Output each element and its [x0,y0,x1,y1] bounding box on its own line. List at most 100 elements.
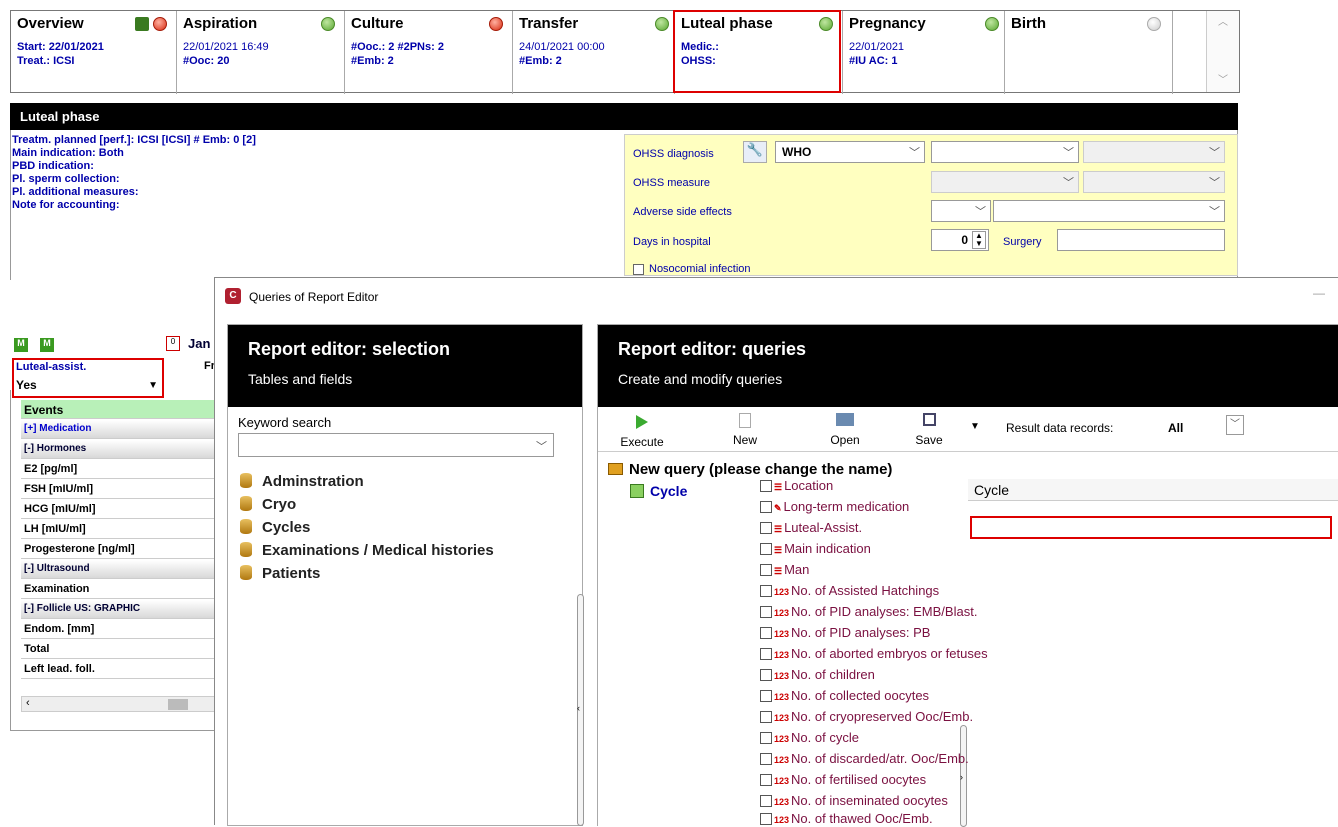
table-row[interactable]: Events [21,400,221,419]
field-item[interactable]: 123 No. of PID analyses: PB [760,625,930,640]
checkbox[interactable] [760,627,772,639]
add-medication-icon[interactable]: M [14,338,28,352]
chevron-down-icon: ﹀ [1209,147,1220,159]
table-row[interactable]: LH [mIU/ml] [21,520,221,539]
surgery-input[interactable] [1057,229,1225,251]
field-item[interactable]: 123 No. of collected oocytes [760,688,929,703]
tabbar-scrollbar[interactable]: ︿ ﹀ [1206,11,1239,92]
table-row[interactable]: Examination [21,580,221,599]
field-item[interactable]: 123 No. of PID analyses: EMB/Blast. [760,604,977,619]
table-row[interactable]: Endom. [mm] [21,620,221,639]
splitter-handle[interactable]: ‹ [577,594,584,826]
checkbox[interactable] [760,585,772,597]
dropdown-arrow-icon[interactable]: ▼ [970,421,980,432]
field-item[interactable]: ☰ Man [760,562,809,577]
days-hospital-stepper[interactable]: 0 ▲ ▼ [931,229,989,251]
days-hospital-label: Days in hospital [633,236,711,248]
medication-icon[interactable]: M [40,338,54,352]
field-item[interactable]: ☰ Main indication [760,541,871,556]
execute-button[interactable]: Execute [612,415,672,449]
scroll-thumb[interactable] [168,699,188,710]
field-item[interactable]: ✎ Long-term medication [760,499,909,514]
number-icon: 123 [774,629,790,639]
field-label: No. of aborted embryos or fetuses [791,646,988,661]
tab-aspiration[interactable]: Aspiration 22/01/2021 16:49 #Ooc: 20 [177,11,345,94]
table-row[interactable]: Left lead. foll. [21,660,221,679]
adverse-effects-select-2[interactable]: ﹀ [993,200,1225,222]
splitter-handle[interactable]: › [960,725,967,827]
nosocomial-checkbox[interactable] [633,264,644,275]
checkbox[interactable] [760,543,772,555]
tab-transfer[interactable]: Transfer 24/01/2021 00:00 #Emb: 2 [513,11,675,94]
tab-culture[interactable]: Culture #Ooc.: 2 #2PNs: 2 #Emb: 2 [345,11,513,94]
field-item[interactable]: 123 No. of aborted embryos or fetuses [760,646,988,661]
new-button[interactable]: New [720,413,770,447]
query-child[interactable]: Cycle [630,483,687,499]
spinner-icon[interactable]: ▲ ▼ [972,231,986,249]
table-row[interactable]: [-] Follicle US: GRAPHIC [21,600,221,619]
ohss-measure-label: OHSS measure [633,177,711,189]
field-item[interactable]: 123 No. of cycle [760,730,859,745]
table-item[interactable]: Examinations / Medical histories [240,542,494,559]
checkbox[interactable] [760,753,772,765]
field-item[interactable]: 123 No. of cryopreserved Ooc/Emb. [760,709,973,724]
database-icon [240,565,252,580]
adverse-effects-select[interactable]: ﹀ [931,200,991,222]
checkbox[interactable] [760,813,772,825]
field-label: No. of fertilised oocytes [791,772,927,787]
checkbox[interactable] [760,774,772,786]
table-item[interactable]: Cryo [240,496,296,513]
checkbox[interactable] [760,480,772,492]
checkbox[interactable] [760,795,772,807]
field-label: No. of discarded/atr. Ooc/Emb. [791,751,969,766]
query-name: New query (please change the name) [629,461,893,478]
table-row[interactable]: FSH [mIU/ml] [21,480,221,499]
table-row[interactable]: Progesterone [ng/ml] [21,540,221,559]
checkbox[interactable] [760,669,772,681]
tab-pregnancy[interactable]: Pregnancy 22/01/2021 #IU AC: 1 [843,11,1005,94]
table-row[interactable]: E2 [pg/ml] [21,460,221,479]
field-label: Luteal-Assist. [784,520,863,535]
table-row[interactable]: [-] Hormones [21,440,221,459]
table-row[interactable]: [-] Ultrasound [21,560,221,579]
table-row[interactable]: [+] Medication [21,420,221,439]
field-item[interactable]: 123 No. of inseminated oocytes [760,793,948,808]
field-item[interactable]: 123 No. of discarded/atr. Ooc/Emb. [760,751,969,766]
checkbox[interactable] [760,711,772,723]
checkbox[interactable] [760,501,772,513]
tab-birth[interactable]: Birth [1005,11,1173,94]
tab-line: Start: 22/01/2021 [17,41,104,53]
field-label: No. of cycle [791,730,859,745]
table-item[interactable]: Adminstration [240,473,364,490]
table-row[interactable]: Total [21,640,221,659]
tab-line: #Ooc: 20 [183,55,230,67]
table-item[interactable]: Cycles [240,519,310,536]
horizontal-scrollbar[interactable]: ‹ [21,696,217,712]
query-root[interactable]: New query (please change the name) [608,461,892,478]
table-item[interactable]: Patients [240,565,320,582]
keyword-search-input[interactable]: ﹀ [238,433,554,457]
field-item[interactable]: ☰ Luteal-Assist. [760,520,862,535]
minimize-icon[interactable]: — [1313,286,1325,300]
tab-overview[interactable]: Overview Start: 22/01/2021 Treat.: ICSI [11,11,177,94]
wrench-icon[interactable]: 🔧 [743,141,767,163]
checkbox[interactable] [760,564,772,576]
checkbox[interactable] [760,606,772,618]
field-item[interactable]: 123 No. of fertilised oocytes [760,772,926,787]
checkbox[interactable] [760,732,772,744]
ohss-diagnosis-select[interactable]: WHO ﹀ [775,141,925,163]
ohss-select-2[interactable]: ﹀ [931,141,1079,163]
checkbox[interactable] [760,522,772,534]
checkbox[interactable] [760,648,772,660]
chevron-down-icon[interactable]: ﹀ [1226,415,1244,435]
save-button[interactable]: Save [904,413,954,447]
field-item[interactable]: 123 No. of thawed Ooc/Emb. [760,811,933,826]
field-item[interactable]: 123 No. of children [760,667,875,682]
calendar-icon[interactable]: 0 [166,336,180,351]
open-button[interactable]: Open [820,413,870,447]
table-row[interactable]: HCG [mIU/ml] [21,500,221,519]
checkbox[interactable] [760,690,772,702]
number-icon: 123 [774,734,790,744]
field-item[interactable]: ☰ Location [760,478,833,493]
field-item[interactable]: 123 No. of Assisted Hatchings [760,583,939,598]
